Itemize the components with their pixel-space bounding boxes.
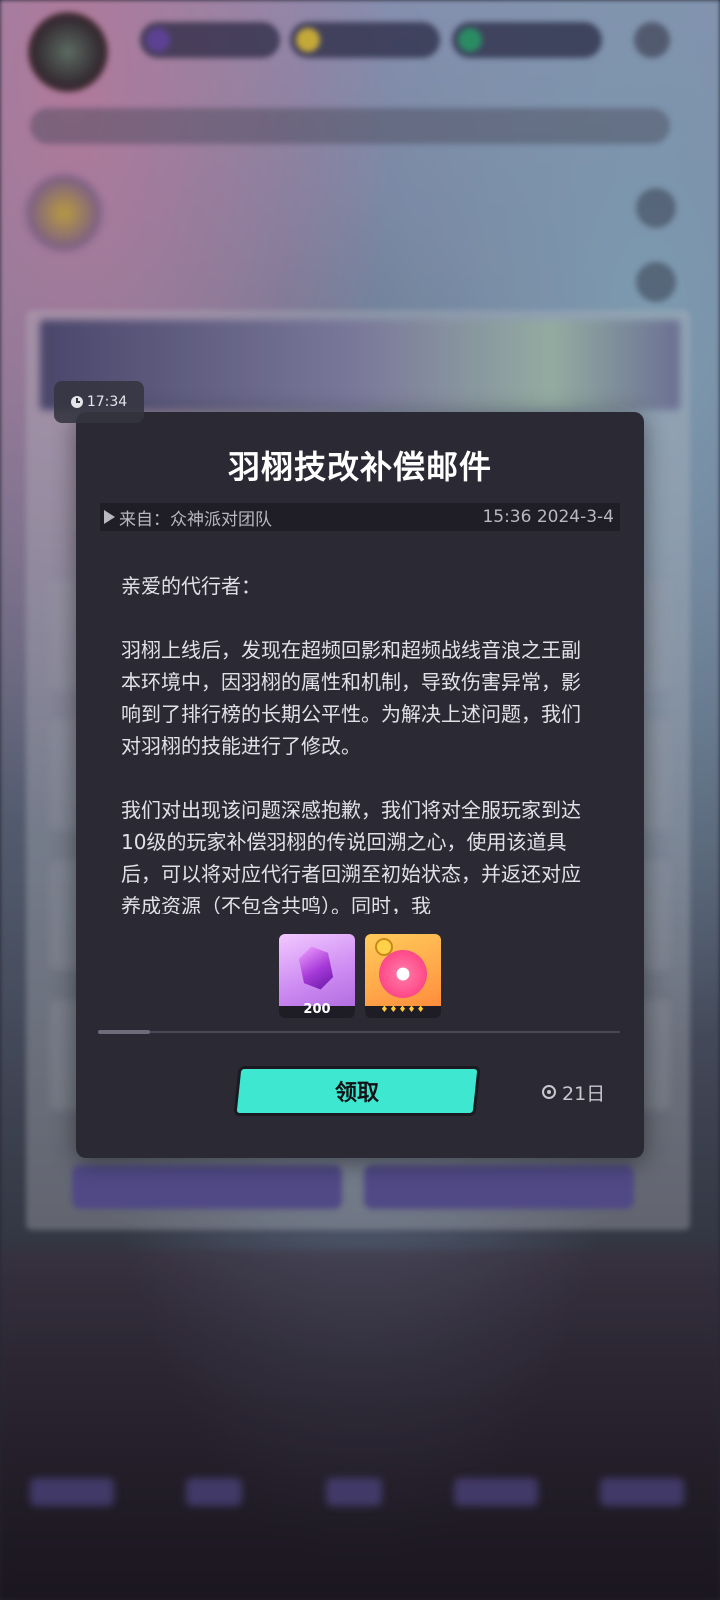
mail-greeting: 亲爱的代行者： [121,574,261,598]
scroll-progress-track [98,1030,620,1034]
claim-button[interactable]: 领取 [233,1066,481,1116]
timer-icon [542,1085,556,1099]
clock-icon [70,396,83,408]
reward-item-heart[interactable]: ♦♦♦♦♦ [365,934,441,1018]
scroll-progress-fill [98,1030,151,1034]
purple-gem-icon [297,943,335,992]
mail-expiry-text: 21日 [562,1082,606,1105]
reward-item-gem[interactable]: 200 [279,934,355,1018]
reward-quantity: 200 [303,1002,331,1017]
time-chip: 17:34 [54,381,144,423]
mail-sent-time: 15:36 2024-3-4 [482,507,614,527]
timer-badge-icon [375,938,393,956]
mail-title: 羽栩技改补偿邮件 [227,448,492,486]
time-chip-text: 17:34 [86,394,128,410]
play-icon [104,510,115,524]
mail-expiry: 21日 [542,1072,605,1112]
mail-sender: 来自：众神派对团队 [119,509,272,530]
mail-paragraph: 我们对出现该问题深感抱歉，我们将对全服玩家到达10级的玩家补偿羽栩的传说回溯之心… [121,798,581,914]
claim-button-label: 领取 [334,1081,379,1106]
mail-sender-bar: 来自：众神派对团队 15:36 2024-3-4 [100,503,620,531]
mail-paragraph: 羽栩上线后，发现在超频回影和超频战线音浪之王副本环境中，因羽栩的属性和机制，导致… [121,638,581,758]
mail-dialog: 羽栩技改补偿邮件 来自：众神派对团队 15:36 2024-3-4 亲爱的代行者… [76,412,644,1158]
mail-body[interactable]: 亲爱的代行者： 羽栩上线后，发现在超频回影和超频战线音浪之王副本环境中，因羽栩的… [121,562,599,914]
rewind-heart-icon [379,950,427,998]
reward-list: 200 ♦♦♦♦♦ [76,934,644,1018]
reward-stars: ♦♦♦♦♦ [380,1005,426,1015]
